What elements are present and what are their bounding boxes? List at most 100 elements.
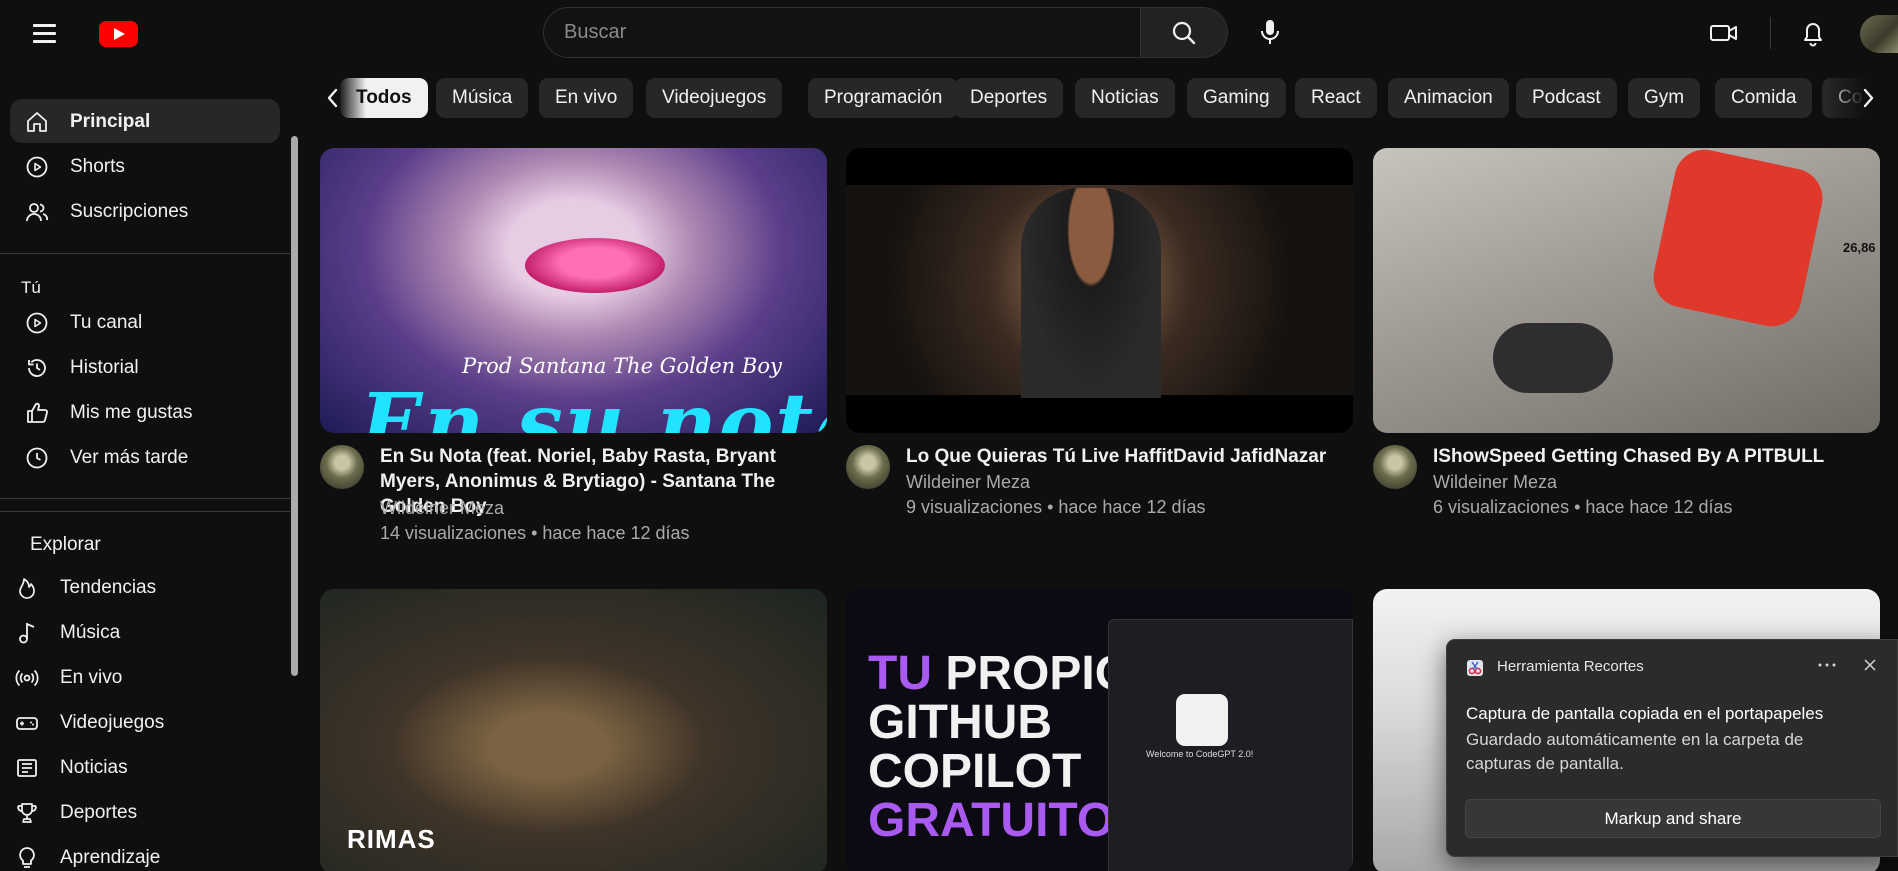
chip-musica[interactable]: Música: [436, 78, 529, 118]
shorts-icon: [26, 156, 48, 178]
notification-body: Guardado automáticamente en la carpeta d…: [1466, 730, 1804, 773]
create-button[interactable]: [1703, 14, 1743, 52]
notifications-bell-icon: [1804, 23, 1822, 47]
notification-app-name: Herramienta Recortes: [1497, 658, 1644, 675]
chip-comida[interactable]: Comida: [1715, 78, 1813, 118]
gaming-icon: [16, 717, 38, 730]
search-input[interactable]: [564, 8, 1124, 57]
sidebar-item-noticias[interactable]: Noticias: [10, 745, 280, 789]
thumbnail-art: [1021, 188, 1161, 398]
video-title[interactable]: IShowSpeed Getting Chased By A PITBULL: [1433, 444, 1878, 469]
create-video-icon: [1710, 25, 1737, 41]
video-title[interactable]: Lo Que Quieras Tú Live HaffitDavid Jafid…: [906, 444, 1351, 469]
sidebar-item-label: Tendencias: [60, 577, 157, 598]
chip-scroll-left-button[interactable]: [316, 78, 352, 118]
thumbnail-text: Welcome to CodeGPT 2.0!: [1146, 749, 1254, 759]
chip-en-vivo[interactable]: En vivo: [539, 78, 634, 118]
sidebar-item-label: Aprendizaje: [60, 847, 161, 868]
filter-chip-bar: Todos Música En vivo Videojuegos Program…: [320, 78, 1898, 120]
sidebar-item-label: Principal: [70, 111, 151, 132]
sidebar-item-en-vivo[interactable]: En vivo: [10, 655, 280, 699]
chip-todos[interactable]: Todos: [340, 78, 428, 118]
channel-avatar[interactable]: [320, 445, 364, 489]
sidebar-item-label: Videojuegos: [60, 712, 165, 733]
chip-gym[interactable]: Gym: [1628, 78, 1701, 118]
chip-scroll-right-button[interactable]: [1849, 78, 1885, 118]
notifications-button[interactable]: [1793, 13, 1833, 53]
sidebar-item-aprendizaje[interactable]: Aprendizaje: [10, 835, 280, 871]
your-channel-icon: [26, 312, 48, 334]
subscriptions-icon: [26, 203, 48, 222]
sidebar-item-shorts[interactable]: Shorts: [10, 144, 280, 188]
sidebar-item-tu-canal[interactable]: Tu canal: [10, 300, 280, 344]
channel-avatar[interactable]: [846, 445, 890, 489]
sidebar-item-suscripciones[interactable]: Suscripciones: [10, 189, 280, 233]
sidebar-item-label: Noticias: [60, 757, 128, 778]
sidebar-item-principal[interactable]: Principal: [10, 99, 280, 143]
sidebar-scrollbar[interactable]: [291, 136, 298, 676]
search-button[interactable]: [1141, 7, 1228, 58]
chip-react[interactable]: React: [1295, 78, 1377, 118]
close-icon[interactable]: [1855, 650, 1885, 680]
sidebar-item-label: Deportes: [60, 802, 138, 823]
chip-animacion[interactable]: Animacion: [1388, 78, 1509, 118]
music-icon: [19, 622, 35, 644]
chevron-left-icon: [327, 88, 338, 108]
chip-gaming[interactable]: Gaming: [1187, 78, 1286, 118]
history-icon: [28, 359, 46, 377]
sidebar-item-tendencias[interactable]: Tendencias: [10, 565, 280, 609]
chip-deportes[interactable]: Deportes: [954, 78, 1064, 118]
thumbnail-text: En su nota: [360, 376, 827, 433]
thumbnail-art: [1648, 148, 1828, 332]
search-box: [543, 7, 1141, 58]
sidebar-item-label: Shorts: [70, 156, 125, 177]
search-icon: [1172, 21, 1196, 45]
thumbnail-text: Prod Santana The Golden Boy: [462, 354, 782, 378]
sidebar-divider: [0, 253, 290, 254]
sports-icon: [17, 803, 37, 823]
top-bar: [0, 0, 1898, 66]
like-icon: [27, 402, 48, 423]
home-icon: [27, 112, 47, 132]
voice-search-button[interactable]: [1249, 11, 1291, 53]
sidebar-heading-explore: Explorar: [30, 534, 101, 555]
sidebar-item-label: Historial: [70, 357, 139, 378]
sidebar-item-musica[interactable]: Música: [10, 610, 280, 654]
video-thumbnail[interactable]: 26,86: [1373, 148, 1880, 433]
snipping-tool-icon: [1467, 660, 1483, 676]
more-options-icon[interactable]: [1809, 650, 1845, 680]
chip-videojuegos[interactable]: Videojuegos: [646, 78, 783, 118]
thumbnail-text: RIMAS: [347, 824, 436, 854]
markup-and-share-button[interactable]: Markup and share: [1465, 799, 1881, 838]
channel-name[interactable]: Wildeiner Meza: [380, 496, 825, 521]
video-thumbnail[interactable]: Prod Santana The Golden Boy En su nota: [320, 148, 827, 433]
avatar[interactable]: [1860, 15, 1898, 53]
notification-title: Captura de pantalla copiada en el portap…: [1466, 704, 1824, 723]
sidebar: Principal Shorts Suscripciones Tú Tu can…: [0, 66, 300, 871]
thumbnail-art: [1493, 323, 1613, 393]
sidebar-item-historial[interactable]: Historial: [10, 345, 280, 389]
sidebar-item-label: Tu canal: [70, 312, 143, 333]
chip-programacion[interactable]: Programación: [808, 78, 959, 118]
sidebar-item-videojuegos[interactable]: Videojuegos: [10, 700, 280, 744]
chip-podcast[interactable]: Podcast: [1516, 78, 1617, 118]
sidebar-item-ver-mas-tarde[interactable]: Ver más tarde: [10, 435, 280, 479]
sidebar-item-label: Suscripciones: [70, 201, 189, 222]
sidebar-divider: [0, 498, 290, 499]
trending-icon: [19, 578, 35, 599]
sidebar-item-label: Ver más tarde: [70, 447, 189, 468]
sidebar-item-mis-me-gustas[interactable]: Mis me gustas: [10, 390, 280, 434]
video-thumbnail[interactable]: [846, 148, 1353, 433]
thumbnail-text: 26,86: [1843, 240, 1876, 255]
youtube-logo[interactable]: [99, 21, 138, 47]
channel-name[interactable]: Wildeiner Meza: [906, 470, 1351, 495]
video-thumbnail[interactable]: RIMAS: [320, 589, 827, 871]
chip-noticias[interactable]: Noticias: [1075, 78, 1175, 118]
menu-icon[interactable]: [25, 16, 65, 50]
video-stats: 6 visualizaciones • hace hace 12 días: [1433, 497, 1733, 517]
video-thumbnail[interactable]: TU PROPIO GITHUB COPILOT GRATUITO Welcome t…: [846, 589, 1353, 871]
channel-avatar[interactable]: [1373, 445, 1417, 489]
topbar-divider: [1770, 17, 1771, 49]
channel-name[interactable]: Wildeiner Meza: [1433, 470, 1878, 495]
sidebar-item-deportes[interactable]: Deportes: [10, 790, 280, 834]
